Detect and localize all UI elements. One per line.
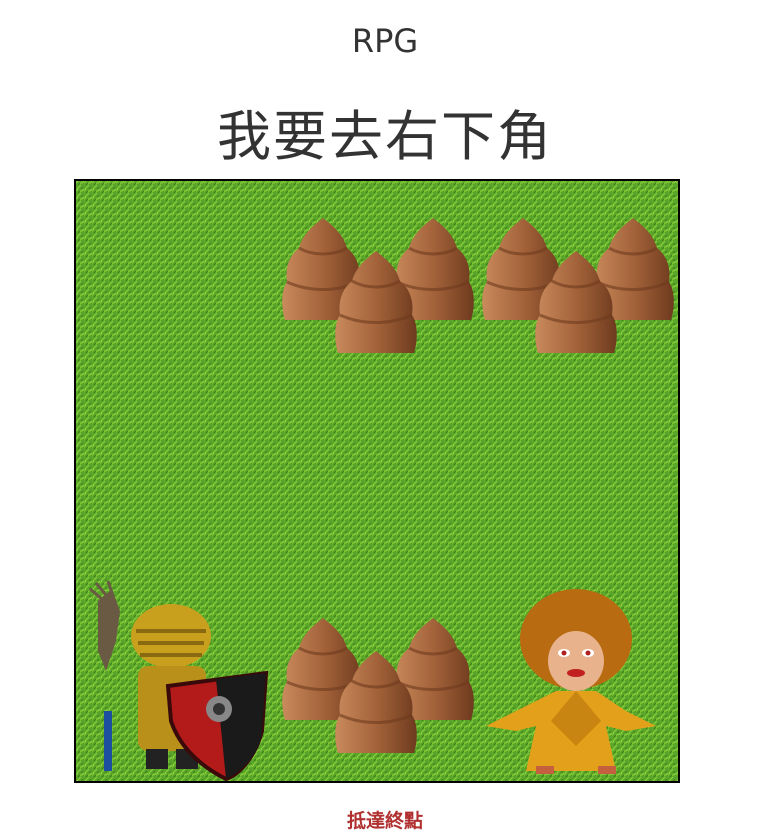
status-message: 抵達終點: [346, 810, 423, 832]
goal-instruction: 我要去右下角: [217, 105, 553, 168]
page-title: RPG: [351, 22, 419, 60]
game-board[interactable]: [74, 179, 680, 783]
